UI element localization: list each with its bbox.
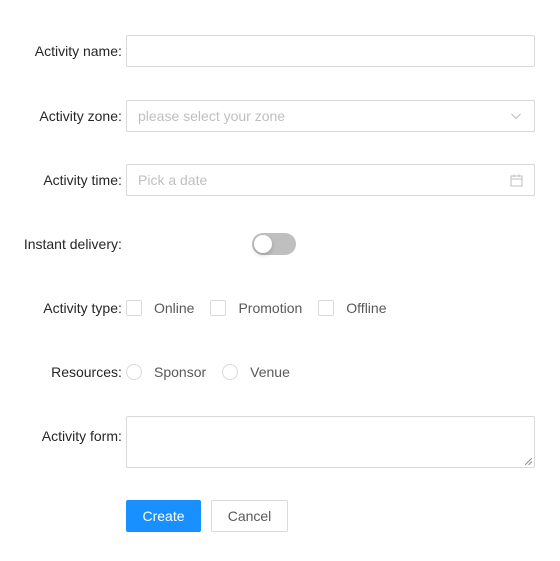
checkbox-online[interactable]: Online (126, 300, 202, 316)
activity-time-picker[interactable]: Pick a date (126, 164, 535, 196)
activity-name-label: Activity name (34, 43, 118, 59)
row-instant-delivery: Instant delivery : (0, 228, 560, 260)
cancel-button[interactable]: Cancel (211, 500, 288, 532)
checkbox-label: Promotion (238, 300, 303, 316)
row-resources: Resources : Sponsor Venue (0, 356, 560, 388)
calendar-icon (509, 173, 523, 187)
row-activity-time: Activity time : Pick a date (0, 164, 560, 196)
resources-label: Resources (51, 364, 118, 380)
radio-sponsor[interactable]: Sponsor (126, 364, 214, 380)
row-activity-name: Activity name : (0, 35, 560, 67)
form-actions: Create Cancel (126, 500, 288, 532)
row-activity-zone: Activity zone : please select your zone (0, 100, 560, 132)
activity-zone-select[interactable]: please select your zone (126, 100, 535, 132)
activity-form-textarea[interactable] (126, 416, 535, 468)
activity-type-label: Activity type (43, 300, 118, 316)
activity-time-label: Activity time (43, 172, 118, 188)
row-activity-type: Activity type : Online Promotion Offline (0, 292, 560, 324)
radio-circle[interactable] (222, 364, 239, 380)
radio-label: Venue (250, 364, 290, 380)
activity-form: Activity name : Activity zone : please s… (0, 0, 560, 561)
activity-zone-placeholder: please select your zone (138, 108, 286, 124)
label-colon: : (118, 428, 122, 444)
chevron-down-icon (509, 109, 523, 123)
checkbox-offline[interactable]: Offline (318, 300, 394, 316)
checkbox-box[interactable] (318, 300, 335, 316)
resources-radio-group: Sponsor Venue (126, 364, 306, 380)
checkbox-label: Offline (346, 300, 387, 316)
activity-name-input[interactable] (126, 35, 535, 67)
checkbox-box[interactable] (210, 300, 227, 316)
radio-venue[interactable]: Venue (222, 364, 298, 380)
checkbox-box[interactable] (126, 300, 142, 316)
switch-knob (254, 235, 272, 253)
radio-label: Sponsor (154, 364, 207, 380)
label-colon: : (118, 108, 122, 124)
label-colon: : (118, 300, 122, 316)
label-colon: : (118, 172, 122, 188)
label-colon: : (118, 364, 122, 380)
label-colon: : (118, 236, 122, 252)
activity-form-label: Activity form (41, 428, 118, 444)
radio-circle[interactable] (126, 364, 142, 380)
checkbox-label: Online (154, 300, 195, 316)
create-button[interactable]: Create (126, 500, 201, 532)
label-colon: : (118, 43, 122, 59)
activity-zone-label: Activity zone (39, 108, 118, 124)
checkbox-promotion[interactable]: Promotion (210, 300, 310, 316)
activity-type-checkbox-group: Online Promotion Offline (126, 300, 403, 316)
instant-delivery-label: Instant delivery (23, 236, 118, 252)
instant-delivery-switch[interactable] (252, 233, 296, 255)
activity-time-placeholder: Pick a date (138, 172, 208, 188)
resize-grip-icon[interactable] (525, 458, 532, 465)
